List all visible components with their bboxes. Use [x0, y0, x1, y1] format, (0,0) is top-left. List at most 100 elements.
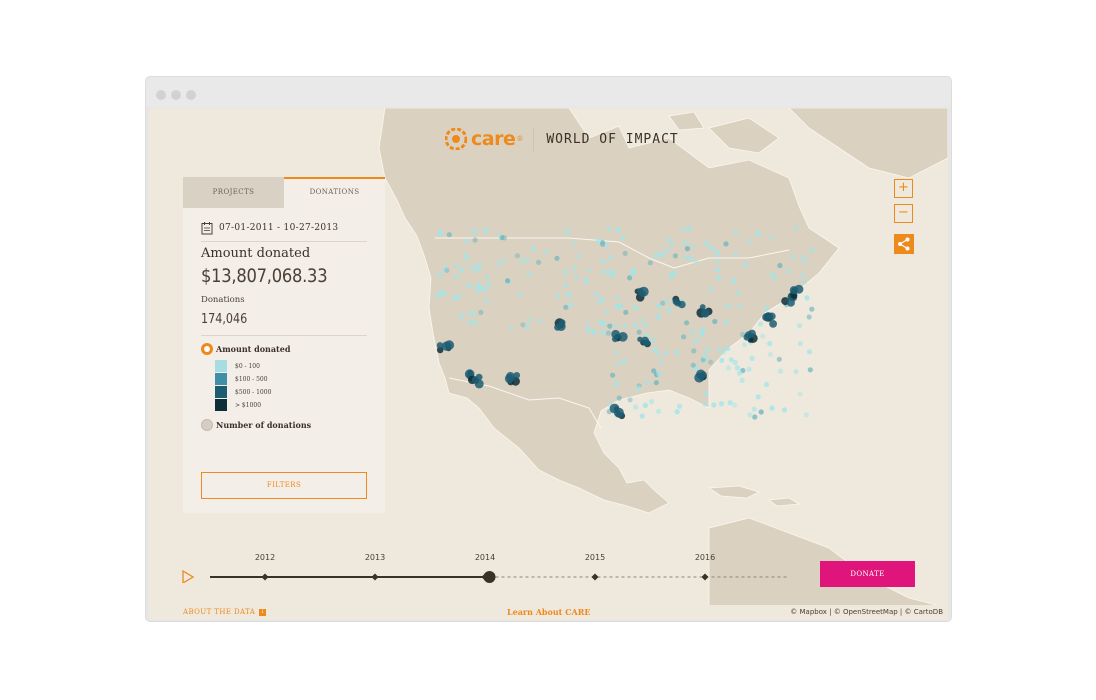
donation-point	[614, 295, 620, 301]
about-the-data-link[interactable]: ABOUT THE DATA i	[183, 608, 267, 616]
donation-point	[476, 267, 482, 273]
donations-label: Donations	[201, 295, 245, 305]
donation-point	[763, 306, 770, 312]
donation-point	[616, 395, 622, 401]
logo-divider	[533, 127, 535, 151]
filters-button[interactable]: FILTERS	[201, 472, 367, 499]
donation-point	[458, 313, 464, 319]
donation-point	[651, 368, 657, 374]
donation-point	[653, 380, 659, 386]
brand-header: care ® WORLD OF IMPACT	[445, 126, 679, 152]
timeline-year-marker	[371, 573, 379, 581]
donation-point	[439, 290, 445, 296]
donate-button[interactable]: DONATE	[820, 561, 915, 587]
donation-point	[650, 337, 656, 343]
panel-tabs: PROJECTS DONATIONS	[183, 177, 385, 210]
donation-point	[777, 368, 784, 374]
donation-point	[769, 320, 777, 328]
donation-point	[790, 254, 796, 260]
care-logo-text: care	[471, 128, 516, 150]
donation-point	[643, 339, 651, 347]
donation-point	[693, 259, 699, 265]
legend-item: $0 - 100	[215, 360, 260, 372]
donation-point	[620, 235, 626, 241]
donation-point	[682, 240, 688, 246]
donation-point	[649, 399, 655, 405]
donation-point	[710, 246, 716, 252]
date-range[interactable]: 07-01-2011 - 10-27-2013	[201, 220, 338, 236]
donation-point	[704, 241, 710, 247]
donation-point	[800, 255, 806, 261]
donation-point	[732, 251, 739, 257]
timeline-year[interactable]: 2012	[255, 553, 275, 562]
donation-point	[769, 272, 775, 278]
donation-point	[719, 357, 725, 363]
donation-point	[701, 308, 710, 318]
donation-point	[473, 319, 479, 325]
timeline-year[interactable]: 2015	[585, 553, 605, 562]
donation-point	[526, 271, 532, 277]
zoom-out-button[interactable]: −	[894, 204, 913, 223]
map-viewport[interactable]: care ® WORLD OF IMPACT PROJECTS DONATION…	[149, 108, 948, 620]
donation-point	[800, 272, 806, 278]
page-title: WORLD OF IMPACT	[546, 131, 679, 147]
donation-point	[789, 286, 799, 295]
map-attribution[interactable]: © Mapbox | © OpenStreetMap | © CartoDB	[790, 608, 943, 616]
number-of-donations-radio[interactable]	[201, 419, 213, 431]
timeline-year[interactable]: 2014	[475, 553, 495, 562]
donation-point	[803, 412, 809, 418]
window-close-dot[interactable]	[156, 90, 166, 100]
timeline-year[interactable]: 2016	[695, 553, 715, 562]
donation-point	[633, 305, 639, 311]
donation-point	[652, 347, 658, 353]
timeline-year[interactable]: 2013	[365, 553, 385, 562]
donation-point	[496, 232, 502, 238]
legend-item: $100 - 500	[215, 373, 268, 385]
donation-point	[484, 298, 490, 304]
donation-point	[755, 231, 761, 237]
donation-point	[571, 265, 577, 271]
donation-point	[606, 226, 612, 232]
donation-point	[484, 274, 490, 280]
donation-point	[555, 293, 561, 299]
donation-point	[672, 253, 679, 259]
zoom-in-button[interactable]: +	[894, 179, 913, 198]
donation-point	[734, 365, 741, 371]
learn-about-care-link[interactable]: Learn About CARE	[507, 607, 590, 617]
donation-point	[583, 276, 589, 283]
window-maximize-dot[interactable]	[186, 90, 196, 100]
legend-label: > $1000	[235, 401, 262, 409]
donation-point	[801, 279, 808, 285]
donation-point	[601, 269, 607, 275]
donation-point	[741, 342, 748, 348]
donation-point	[472, 237, 478, 243]
info-icon: i	[259, 608, 267, 616]
donation-point	[797, 323, 803, 329]
amount-donated-radio[interactable]	[201, 343, 213, 355]
donation-point	[737, 303, 743, 309]
amount-donated-option-label[interactable]: Amount donated	[216, 344, 290, 354]
donation-point	[674, 299, 682, 307]
donation-point	[689, 328, 695, 334]
donation-point	[621, 358, 627, 365]
donation-point	[465, 283, 472, 289]
donation-point	[637, 287, 644, 295]
donation-point	[437, 231, 443, 237]
donation-point	[483, 227, 489, 233]
donation-point	[676, 403, 683, 409]
share-button[interactable]	[894, 234, 914, 254]
number-of-donations-option-label[interactable]: Number of donations	[216, 420, 311, 430]
donation-point	[452, 295, 458, 301]
legend-swatch	[215, 386, 227, 398]
tab-donations[interactable]: DONATIONS	[284, 177, 385, 210]
donation-point	[690, 362, 696, 368]
tab-projects[interactable]: PROJECTS	[183, 177, 284, 208]
donation-point	[614, 407, 624, 418]
donation-point	[731, 402, 738, 408]
donation-point	[530, 246, 536, 252]
donation-point	[642, 402, 648, 408]
donation-point	[611, 329, 620, 339]
donations-count: 174,046	[201, 312, 248, 327]
window-minimize-dot[interactable]	[171, 90, 181, 100]
donation-point	[715, 258, 721, 264]
